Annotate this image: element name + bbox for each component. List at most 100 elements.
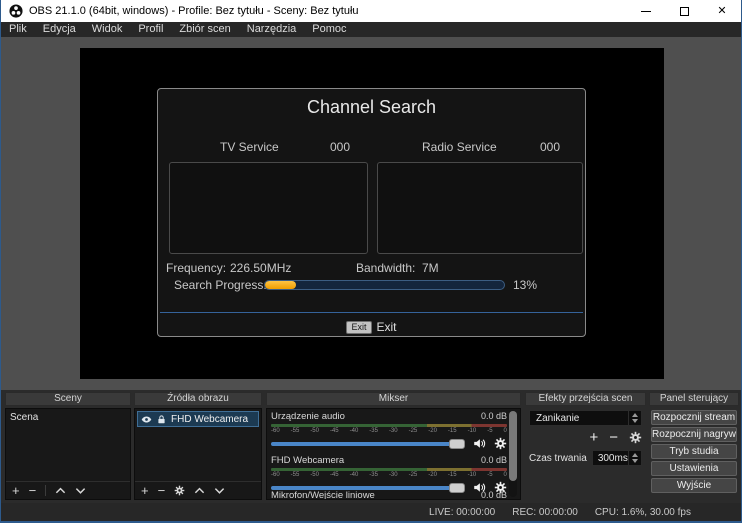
cpu-fps: CPU: 1.6%, 30.00 fps: [595, 507, 691, 518]
spinner-down-icon: [632, 419, 638, 423]
visibility-eye-icon[interactable]: [141, 414, 152, 425]
menu-item[interactable]: Narzędzia: [239, 22, 305, 37]
menu-item[interactable]: Zbiór scen: [171, 22, 238, 37]
menu-item[interactable]: Edycja: [35, 22, 84, 37]
sources-list: FHD Webcamera + −: [134, 408, 262, 500]
meter-tick-label: -5: [487, 472, 492, 479]
remove-transition-button[interactable]: −: [609, 430, 618, 445]
source-name: FHD Webcamera: [171, 414, 248, 425]
transition-properties-gear-icon[interactable]: [629, 431, 642, 444]
volume-slider[interactable]: [271, 486, 465, 490]
volume-slider-handle[interactable]: [449, 439, 465, 449]
meter-tick-label: -20: [428, 428, 437, 435]
close-icon: ✕: [717, 6, 726, 17]
meter-tick-label: -10: [468, 472, 477, 479]
radio-service-list: [377, 162, 583, 254]
window-controls: ✕: [627, 0, 741, 22]
menu-item[interactable]: Plik: [1, 22, 35, 37]
control-button[interactable]: Wyjście: [651, 478, 737, 493]
volume-slider[interactable]: [271, 442, 465, 446]
duration-spinbox[interactable]: 300ms: [592, 450, 642, 466]
channel-search-dialog: Channel Search TV Service 000 Radio Serv…: [157, 88, 586, 337]
source-list-item[interactable]: FHD Webcamera: [137, 411, 259, 427]
meter-scale: -60-55-50-45-40-35-30-25-20-15-10-50: [271, 428, 507, 435]
move-source-down-button[interactable]: [214, 485, 225, 496]
meter-tick-label: -50: [310, 472, 319, 479]
meter-tick-label: -45: [330, 428, 339, 435]
sources-panel: Źródła obrazu FHD Webcamera + −: [134, 390, 262, 503]
obs-logo-icon: [9, 4, 23, 18]
duration-spinner[interactable]: [628, 451, 641, 465]
meter-tick-label: -30: [389, 428, 398, 435]
menu-bar: PlikEdycjaWidokProfilZbiór scenNarzędzia…: [1, 22, 741, 37]
duration-label: Czas trwania: [529, 453, 587, 464]
control-button[interactable]: Tryb studia: [651, 444, 737, 459]
speaker-icon[interactable]: [473, 437, 486, 450]
control-button[interactable]: Rozpocznij nagrywanie: [651, 427, 737, 442]
channel-settings-gear-icon[interactable]: [494, 437, 507, 450]
channel-name: Mikrofon/Wejście liniowe: [271, 490, 375, 500]
menu-item[interactable]: Pomoc: [304, 22, 354, 37]
mixer-header[interactable]: Mikser: [266, 392, 521, 406]
scenes-panel: Sceny Scena + −: [5, 390, 131, 503]
mixer-channel: FHD Webcamera 0.0 dB -60-55-50-45-40-35-…: [271, 455, 507, 493]
control-button[interactable]: Rozpocznij stream: [651, 410, 737, 425]
sources-toolbar: + −: [135, 481, 261, 499]
live-time: LIVE: 00:00:00: [429, 507, 495, 518]
minimize-button[interactable]: [627, 0, 665, 22]
meter-tick-label: -25: [409, 472, 418, 479]
close-button[interactable]: ✕: [703, 0, 741, 22]
add-source-button[interactable]: +: [141, 484, 149, 497]
transition-select-spinner[interactable]: [628, 411, 641, 425]
meter-tick-label: -10: [468, 428, 477, 435]
add-scene-button[interactable]: +: [12, 484, 20, 497]
video-canvas[interactable]: Channel Search TV Service 000 Radio Serv…: [80, 48, 664, 379]
bandwidth-value: 7M: [422, 261, 439, 275]
dialog-title: Channel Search: [158, 97, 585, 118]
lock-icon[interactable]: [156, 414, 167, 425]
control-button[interactable]: Ustawienia: [651, 461, 737, 476]
meter-tick-label: -50: [310, 428, 319, 435]
frequency-label: Frequency:: [166, 261, 226, 275]
menu-item[interactable]: Widok: [84, 22, 131, 37]
duration-row: Czas trwania 300ms: [529, 450, 642, 466]
remove-scene-button[interactable]: −: [29, 484, 37, 497]
scenes-header[interactable]: Sceny: [5, 392, 131, 406]
mixer-scrollbar-thumb[interactable]: [509, 411, 517, 481]
move-source-up-button[interactable]: [194, 485, 205, 496]
volume-meter: [271, 424, 507, 427]
sources-header[interactable]: Źródła obrazu: [134, 392, 262, 406]
transition-selected-value: Zanikanie: [530, 413, 628, 424]
source-properties-gear-icon[interactable]: [174, 485, 185, 496]
exit-key-button: Exit: [346, 321, 371, 334]
move-scene-up-button[interactable]: [55, 485, 66, 496]
remove-source-button[interactable]: −: [158, 484, 166, 497]
title-bar: OBS 21.1.0 (64bit, windows) - Profile: B…: [1, 0, 741, 22]
control-buttons: Rozpocznij stream Rozpocznij nagrywanie Tr…: [651, 410, 737, 493]
transitions-toolbar: + −: [589, 430, 642, 445]
transition-select[interactable]: Zanikanie: [529, 410, 642, 426]
meter-scale: -60-55-50-45-40-35-30-25-20-15-10-50: [271, 472, 507, 479]
meter-tick-label: -55: [291, 428, 300, 435]
meter-tick-label: 0: [504, 428, 507, 435]
control-panel: Panel sterujący Rozpocznij streamRozpocz…: [649, 390, 739, 503]
scenes-toolbar: + −: [6, 481, 130, 499]
mixer-scrollbar[interactable]: [509, 411, 517, 497]
transitions-header[interactable]: Efekty przejścia scen: [525, 392, 646, 406]
maximize-button[interactable]: [665, 0, 703, 22]
control-panel-header[interactable]: Panel sterujący: [649, 392, 739, 406]
meter-tick-label: -15: [448, 428, 457, 435]
add-transition-button[interactable]: +: [589, 430, 598, 445]
meter-tick-label: -55: [291, 472, 300, 479]
move-scene-down-button[interactable]: [75, 485, 86, 496]
mixer-channel: Mikrofon/Wejście liniowe 0.0 dB: [271, 490, 507, 500]
radio-service-label: Radio Service: [422, 140, 497, 154]
status-bar: LIVE: 00:00:00 REC: 00:00:00 CPU: 1.6%, …: [1, 503, 741, 521]
menu-item[interactable]: Profil: [130, 22, 171, 37]
toolbar-divider: [45, 485, 46, 496]
spinner-up-icon: [632, 453, 638, 457]
mixer-panel: Mikser Urządzenie audio 0.0 dB -60-55-50…: [266, 390, 521, 503]
spinner-down-icon: [632, 459, 638, 463]
obs-window: OBS 21.1.0 (64bit, windows) - Profile: B…: [0, 0, 742, 523]
scene-list-item[interactable]: Scena: [6, 409, 130, 426]
